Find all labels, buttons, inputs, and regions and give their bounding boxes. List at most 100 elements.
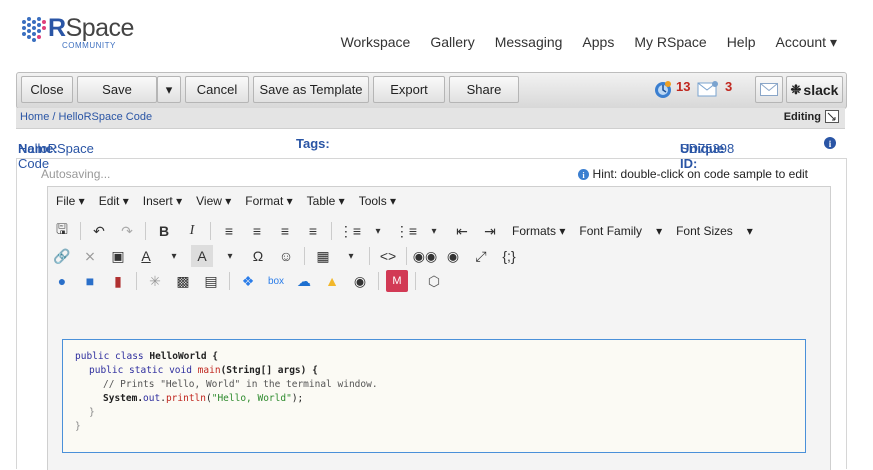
formats-dropdown[interactable]: Formats ▾ (512, 224, 565, 238)
table-icon[interactable]: ▦ (312, 245, 334, 267)
notification-icon[interactable] (653, 80, 673, 100)
menu-file[interactable]: File ▾ (56, 194, 85, 208)
slack-button[interactable]: ❉ slack (786, 76, 843, 103)
font-sizes-caret[interactable]: ▾ (747, 224, 753, 238)
align-center-icon[interactable]: ≡ (246, 220, 268, 242)
image-gallery-icon[interactable]: ■ (79, 270, 101, 292)
menu-table[interactable]: Table ▾ (307, 194, 345, 208)
edit-mode-icon[interactable] (825, 110, 839, 123)
protocols-icon[interactable]: ⬡ (423, 270, 445, 292)
background-color-icon[interactable]: A (191, 245, 213, 267)
export-button[interactable]: Export (373, 76, 445, 103)
notification-count[interactable]: 13 (676, 79, 690, 94)
rich-text-editor: File ▾ Edit ▾ Insert ▾ View ▾ Format ▾ T… (47, 186, 831, 470)
mendeley-icon[interactable]: M (386, 270, 408, 292)
document-toolbar: Close Save ▾ Cancel Save as Template Exp… (16, 72, 847, 109)
emoticon-icon[interactable]: ☺ (275, 245, 297, 267)
hint-info-icon: i (577, 168, 589, 180)
nav-messaging[interactable]: Messaging (495, 34, 563, 51)
menu-edit[interactable]: Edit ▾ (99, 194, 129, 208)
email-button[interactable] (755, 76, 783, 103)
indent-icon[interactable]: ⇥ (479, 220, 501, 242)
find-binoculars-icon[interactable]: ◉◉ (413, 245, 437, 267)
code-line: } (89, 407, 95, 418)
special-character-icon[interactable]: Ω (247, 245, 269, 267)
menu-format[interactable]: Format ▾ (245, 194, 292, 208)
font-family-dropdown[interactable]: Font Family (579, 224, 642, 238)
message-envelope-icon[interactable] (697, 80, 719, 98)
breadcrumb-bar: Home / HelloRSpace Code Editing (16, 108, 845, 129)
text-color-icon[interactable]: A (135, 245, 157, 267)
code-sample-icon[interactable]: {;} (498, 245, 520, 267)
editing-status: Editing (784, 110, 839, 123)
dropbox-icon[interactable]: ❖ (237, 270, 259, 292)
outdent-icon[interactable]: ⇤ (451, 220, 473, 242)
numbered-list-caret-icon[interactable]: ▾ (423, 220, 445, 242)
breadcrumb[interactable]: Home / HelloRSpace Code (20, 111, 152, 123)
autosave-status: Autosaving... (41, 167, 111, 181)
nav-my-rspace[interactable]: My RSpace (634, 34, 706, 51)
redo-icon[interactable]: ↷ (116, 220, 138, 242)
nav-account[interactable]: Account ▾ (775, 34, 837, 51)
cancel-button[interactable]: Cancel (185, 76, 249, 103)
menu-tools[interactable]: Tools ▾ (359, 194, 396, 208)
google-drive-icon[interactable]: ▲ (321, 270, 343, 292)
source-code-icon[interactable]: <> (377, 245, 399, 267)
sketch-icon[interactable]: ✳ (144, 270, 166, 292)
nav-gallery[interactable]: Gallery (430, 34, 474, 51)
italic-icon[interactable]: I (181, 220, 203, 242)
nav-workspace[interactable]: Workspace (341, 34, 411, 51)
nav-help[interactable]: Help (727, 34, 756, 51)
box-icon[interactable]: box (265, 270, 287, 292)
slack-icon: ❉ (790, 81, 802, 97)
fullscreen-icon[interactable]: ⤢ (470, 245, 492, 267)
comment-icon[interactable]: ● (51, 270, 73, 292)
save-disk-icon[interactable]: 🖫 (51, 220, 73, 242)
github-icon[interactable]: ◉ (349, 270, 371, 292)
font-sizes-dropdown[interactable]: Font Sizes (676, 224, 733, 238)
align-right-icon[interactable]: ≡ (274, 220, 296, 242)
logo-text: RSpace (48, 14, 134, 42)
anchor-icon[interactable]: ▣ (107, 245, 129, 267)
main-nav: Workspace Gallery Messaging Apps My RSpa… (341, 34, 837, 51)
hint-text: i Hint: double-click on code sample to e… (577, 167, 808, 181)
top-header: RSpace COMMUNITY Workspace Gallery Messa… (0, 0, 873, 72)
table-caret-icon[interactable]: ▾ (340, 245, 362, 267)
text-color-caret-icon[interactable]: ▾ (163, 245, 185, 267)
align-justify-icon[interactable]: ≡ (302, 220, 324, 242)
undo-icon[interactable]: ↶ (88, 220, 110, 242)
code-line: System.out.println("Hello, World"); (103, 393, 304, 404)
tags-label[interactable]: Tags: (296, 136, 330, 151)
unlink-icon[interactable]: ⨯ (79, 245, 101, 267)
editor-toolbar-row-1: 🖫 ↶ ↷ B I ≡ ≡ ≡ ≡ ⋮≡ ▾ ⋮≡ ▾ ⇤ ⇥ Formats … (48, 219, 830, 243)
align-left-icon[interactable]: ≡ (218, 220, 240, 242)
close-button[interactable]: Close (21, 76, 73, 103)
code-line: } (75, 421, 81, 432)
logo-dots-icon (22, 17, 46, 42)
share-button[interactable]: Share (449, 76, 519, 103)
font-family-caret[interactable]: ▾ (656, 224, 662, 238)
menu-insert[interactable]: Insert ▾ (143, 194, 182, 208)
bold-icon[interactable]: B (153, 220, 175, 242)
message-count[interactable]: 3 (725, 79, 732, 94)
code-sample-block[interactable]: public class HelloWorld { public static … (62, 339, 806, 453)
background-color-caret-icon[interactable]: ▾ (219, 245, 241, 267)
preview-eye-icon[interactable]: ◉ (442, 245, 464, 267)
save-button[interactable]: Save (77, 76, 157, 103)
rspace-logo[interactable]: RSpace COMMUNITY (20, 12, 140, 52)
stamp-icon[interactable]: ▩ (172, 270, 194, 292)
bullet-list-caret-icon[interactable]: ▾ (367, 220, 389, 242)
info-icon[interactable]: i (824, 137, 836, 149)
save-as-template-button[interactable]: Save as Template (253, 76, 369, 103)
onedrive-icon[interactable]: ☁ (293, 270, 315, 292)
link-icon[interactable]: 🔗 (51, 245, 73, 267)
chemistry-icon[interactable]: ▮ (107, 270, 129, 292)
save-dropdown-button[interactable]: ▾ (157, 76, 181, 103)
bullet-list-icon[interactable]: ⋮≡ (339, 220, 361, 242)
menu-view[interactable]: View ▾ (196, 194, 231, 208)
numbered-list-icon[interactable]: ⋮≡ (395, 220, 417, 242)
nav-apps[interactable]: Apps (582, 34, 614, 51)
form-icon[interactable]: ▤ (200, 270, 222, 292)
envelope-icon (760, 83, 778, 96)
logo-subtitle: COMMUNITY (62, 41, 116, 50)
